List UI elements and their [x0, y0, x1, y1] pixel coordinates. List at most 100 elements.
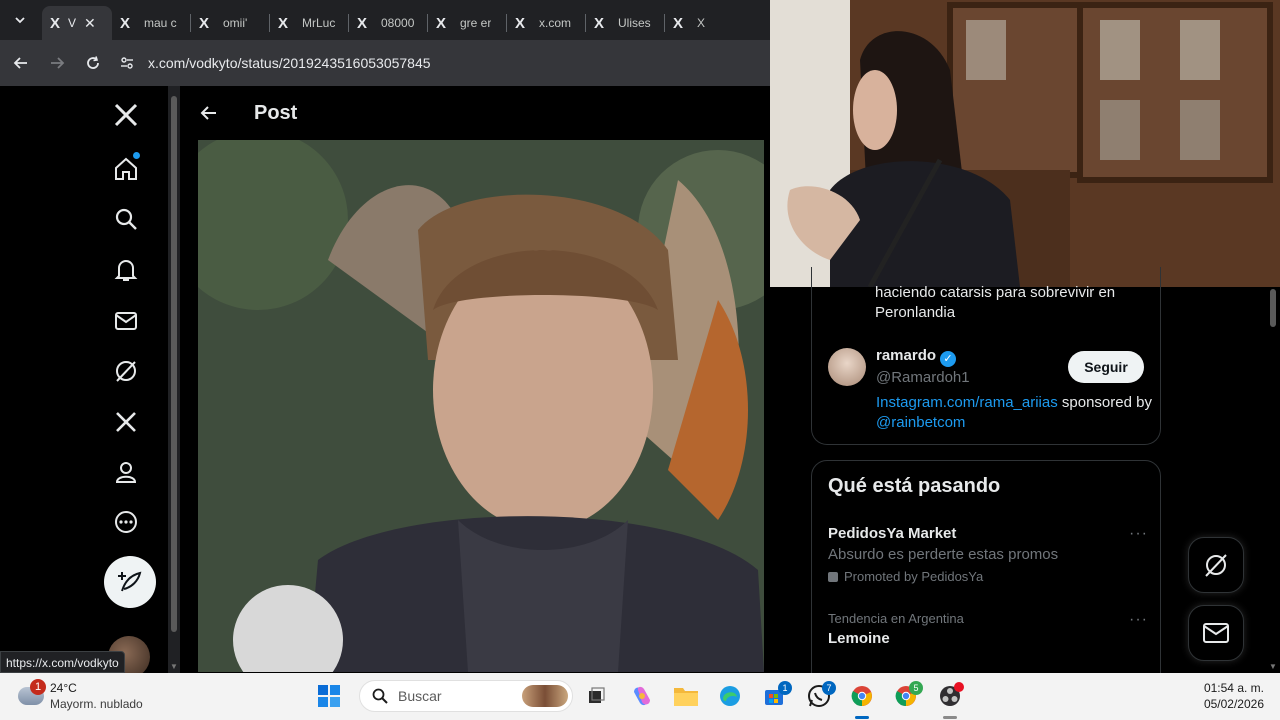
search-placeholder: Buscar — [398, 688, 442, 704]
system-clock[interactable]: 01:54 a. m. 05/02/2026 — [1204, 680, 1264, 712]
bio-mention[interactable]: @rainbetcom — [876, 414, 965, 431]
grok-button[interactable] — [1188, 537, 1244, 593]
reload-button[interactable] — [78, 48, 108, 78]
more-options-icon[interactable]: ··· — [1129, 525, 1148, 543]
bio-link[interactable]: Instagram.com/rama_ariias — [876, 394, 1058, 411]
tab-title: Ulises — [618, 16, 651, 30]
taskbar-search[interactable]: Buscar — [359, 680, 573, 712]
promoted-icon — [828, 571, 838, 582]
tab-item[interactable]: X Ulises — [586, 6, 664, 40]
tab-item[interactable]: X omii' — [191, 6, 269, 40]
trend-item[interactable]: Tendencia en Argentina Lemoine ··· — [828, 611, 1148, 647]
sidebar-scrollbar[interactable]: ▼ — [1266, 287, 1280, 673]
running-indicator — [943, 716, 957, 719]
tab-item[interactable]: X MrLuc — [270, 6, 348, 40]
arrow-right-icon — [51, 57, 65, 69]
folder-icon — [674, 688, 698, 706]
suggestion-handle: @Ramardoh1 — [876, 369, 970, 386]
suggestion-avatar[interactable] — [828, 348, 866, 386]
x-icon: X — [515, 14, 526, 32]
x-icon: X — [120, 14, 131, 32]
weather-condition: Mayorm. nublado — [50, 697, 143, 711]
premium-x-icon[interactable] — [111, 407, 141, 437]
x-logo-icon[interactable] — [111, 100, 141, 130]
x-icon: X — [199, 14, 210, 32]
bell-icon[interactable] — [111, 255, 141, 285]
close-icon[interactable]: ✕ — [84, 15, 96, 32]
tab-title: V — [68, 16, 77, 30]
task-view-icon — [589, 687, 605, 703]
scroll-down-arrow-icon[interactable]: ▼ — [170, 662, 178, 671]
back-button[interactable] — [191, 95, 227, 131]
address-bar[interactable]: x.com/vodkyto/status/2019243516053057845 — [116, 46, 770, 80]
chrome-badge: 5 — [909, 681, 923, 695]
scrollbar-thumb[interactable] — [171, 96, 177, 632]
arrow-left-icon — [200, 106, 216, 120]
x-icon: X — [357, 14, 368, 32]
page-title: Post — [254, 101, 298, 124]
notification-dot — [133, 152, 140, 159]
tab-item[interactable]: X gre er — [428, 6, 506, 40]
tab-title: MrLuc — [302, 16, 336, 30]
search-icon — [372, 688, 388, 704]
tab-search-button[interactable] — [6, 6, 34, 34]
taskbar: 1 24°C Mayorm. nublado Buscar 1 7 5 01:5… — [0, 673, 1280, 720]
copilot-button[interactable] — [626, 680, 658, 712]
mail-icon[interactable] — [111, 306, 141, 336]
tab-title: x.com — [539, 16, 572, 30]
follow-button[interactable]: Seguir — [1068, 351, 1144, 383]
tab-item[interactable]: X 08000 — [349, 6, 427, 40]
scroll-down-arrow-icon[interactable]: ▼ — [1269, 662, 1277, 671]
messages-button[interactable] — [1188, 605, 1244, 661]
right-sidebar: haciendo catarsis para sobrevivir en Per… — [770, 267, 1280, 690]
tab-title: gre er — [460, 16, 492, 30]
chrome-icon — [851, 686, 872, 707]
task-view-button[interactable] — [580, 680, 612, 712]
left-nav — [0, 86, 168, 678]
tab-title: omii' — [223, 16, 248, 30]
tab-active[interactable]: X V ✕ — [42, 6, 112, 40]
edge-button[interactable] — [714, 680, 746, 712]
more-icon[interactable] — [111, 507, 141, 537]
compose-post-button[interactable] — [104, 556, 156, 608]
trend-item[interactable]: PedidosYa Market Absurdo es perderte est… — [828, 525, 1148, 584]
scrollbar-thumb[interactable] — [1270, 289, 1276, 327]
forward-button[interactable] — [42, 48, 72, 78]
post-image[interactable] — [198, 140, 764, 672]
weather-widget[interactable]: 1 24°C Mayorm. nublado — [16, 679, 176, 715]
chrome-button[interactable] — [846, 680, 878, 712]
tab-title: mau c — [144, 16, 177, 30]
follow-suggestion[interactable]: ramardo ✓ @Ramardoh1 Seguir Instagram.com… — [828, 345, 1152, 435]
tab-item[interactable]: X x.com — [507, 6, 585, 40]
suggestion-name[interactable]: ramardo ✓ — [876, 347, 957, 367]
store-badge: 1 — [778, 681, 792, 695]
reload-icon — [87, 56, 99, 69]
edge-icon — [720, 686, 740, 706]
main-scrollbar[interactable]: ▼ — [168, 86, 180, 673]
weather-temp: 24°C — [50, 681, 77, 695]
weather-badge: 1 — [30, 679, 46, 695]
grok-icon[interactable] — [111, 356, 141, 386]
tab-item[interactable]: X X — [665, 6, 725, 40]
webcam-overlay — [770, 0, 1280, 287]
clock-time: 01:54 a. m. — [1203, 681, 1264, 695]
browser-toolbar: x.com/vodkyto/status/2019243516053057845 — [0, 40, 770, 86]
verified-badge-icon: ✓ — [940, 351, 957, 367]
clock-date: 05/02/2026 — [1203, 697, 1264, 711]
copilot-icon — [634, 686, 650, 706]
running-indicator — [855, 716, 869, 719]
back-button[interactable] — [6, 48, 36, 78]
start-button[interactable] — [313, 680, 345, 712]
tab-item[interactable]: X mau c — [112, 6, 190, 40]
search-icon[interactable] — [111, 204, 141, 234]
x-icon: X — [50, 14, 61, 32]
trends-title: Qué está pasando — [828, 475, 1001, 497]
file-explorer-button[interactable] — [670, 680, 702, 712]
more-options-icon[interactable]: ··· — [1129, 611, 1148, 629]
arrow-left-icon — [13, 57, 27, 69]
site-settings-icon[interactable] — [116, 52, 138, 74]
profile-icon[interactable] — [111, 457, 141, 487]
x-icon: X — [673, 14, 684, 32]
windows-logo-icon — [318, 685, 340, 707]
recording-dot — [954, 682, 964, 692]
